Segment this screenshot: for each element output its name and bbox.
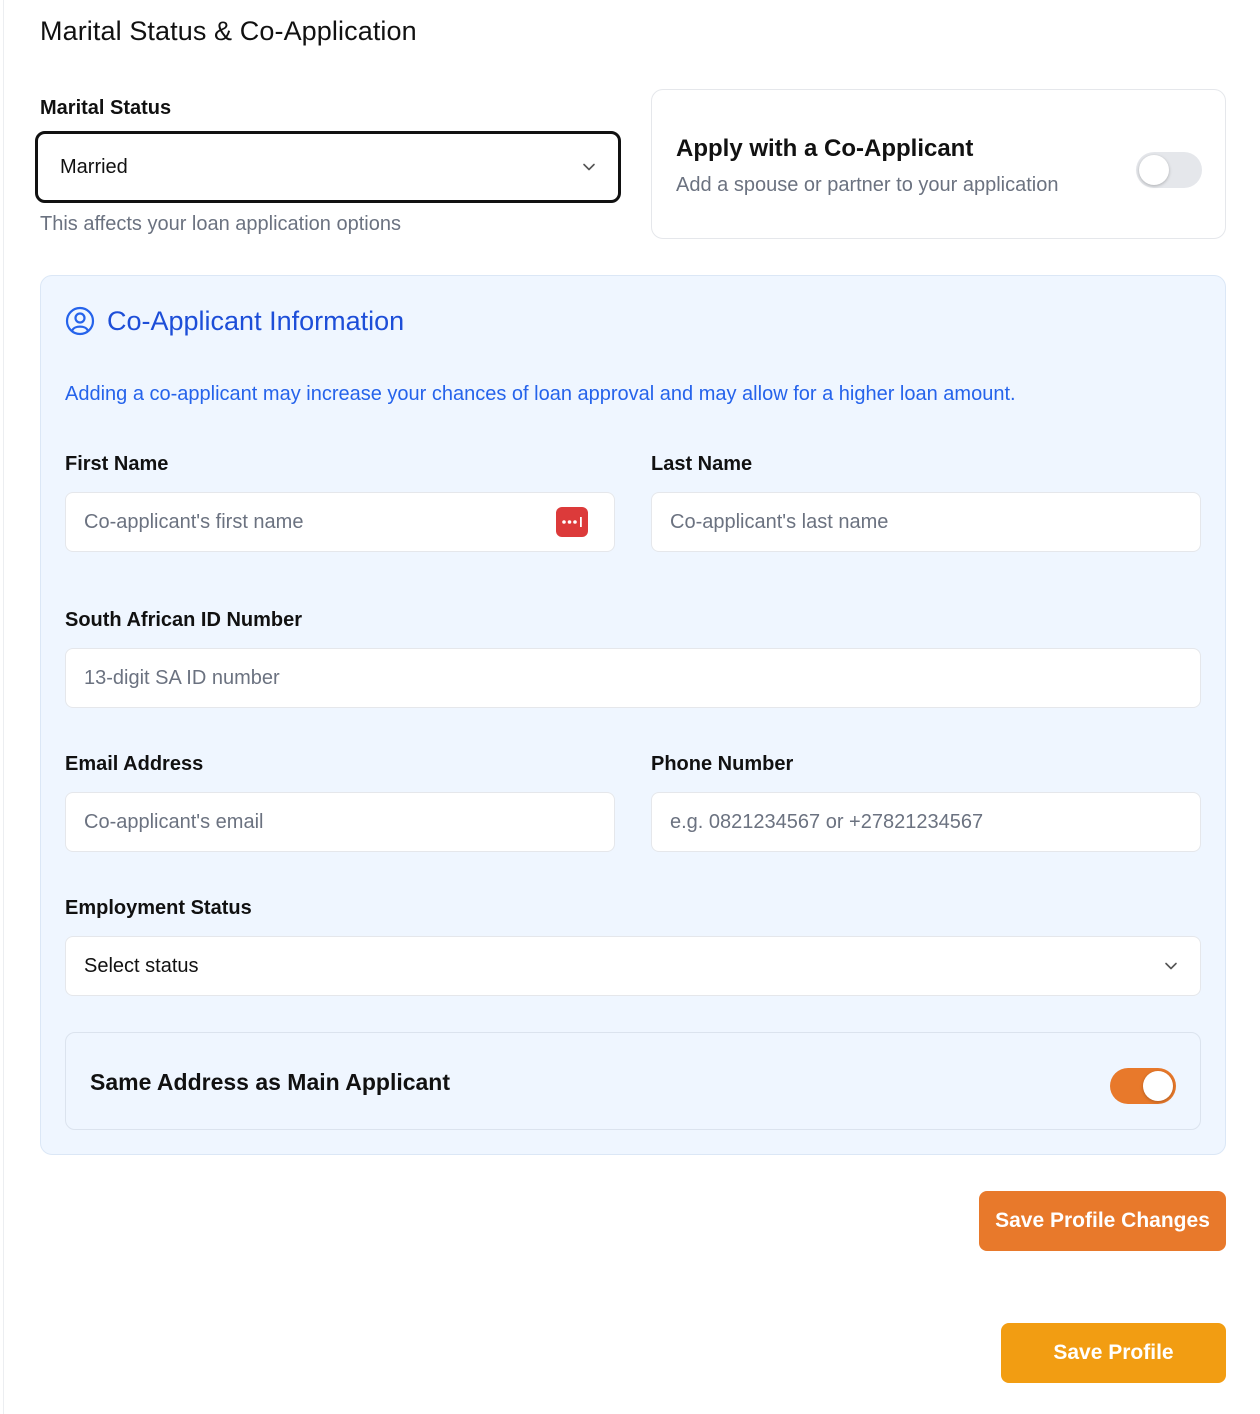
id-number-input[interactable]: 13-digit SA ID number <box>65 648 1201 708</box>
last-name-input[interactable]: Co-applicant's last name <box>651 492 1201 552</box>
id-number-label: South African ID Number <box>65 609 303 631</box>
same-address-label: Same Address as Main Applicant <box>90 1069 451 1095</box>
last-name-placeholder: Co-applicant's last name <box>670 510 889 533</box>
save-profile-button[interactable]: Save Profile <box>1001 1323 1226 1383</box>
email-label: Email Address <box>65 753 204 775</box>
co-applicant-info-note: Adding a co-applicant may increase your … <box>65 383 1016 405</box>
toggle-knob <box>1143 1071 1173 1101</box>
phone-placeholder: e.g. 0821234567 or +27821234567 <box>670 810 984 833</box>
co-applicant-info-panel: Co-Applicant Information Adding a co-app… <box>40 275 1226 1155</box>
chevron-down-icon <box>1165 962 1177 970</box>
toggle-knob <box>1139 155 1169 185</box>
marital-status-value: Married <box>60 155 128 178</box>
employment-status-value: Select status <box>84 954 199 977</box>
section-title: Marital Status & Co-Application <box>40 16 417 46</box>
marital-status-select[interactable]: Married <box>35 131 621 203</box>
first-name-label: First Name <box>65 453 169 475</box>
first-name-input[interactable]: Co-applicant's first name <box>65 492 615 552</box>
chevron-down-icon <box>583 163 595 171</box>
page-left-border <box>3 0 4 1414</box>
password-manager-icon[interactable] <box>556 507 588 537</box>
co-applicant-card-subtitle: Add a spouse or partner to your applicat… <box>676 174 1059 196</box>
co-applicant-toggle-card: Apply with a Co-Applicant Add a spouse o… <box>651 89 1226 239</box>
id-number-placeholder: 13-digit SA ID number <box>84 666 280 689</box>
co-applicant-card-title: Apply with a Co-Applicant <box>676 135 974 162</box>
co-applicant-toggle[interactable] <box>1136 152 1202 188</box>
marital-status-label: Marital Status <box>40 97 172 119</box>
same-address-card: Same Address as Main Applicant <box>65 1032 1201 1130</box>
user-circle-icon <box>65 306 95 336</box>
last-name-label: Last Name <box>651 453 753 475</box>
email-input[interactable]: Co-applicant's email <box>65 792 615 852</box>
marital-status-helper: This affects your loan application optio… <box>40 213 401 235</box>
same-address-toggle[interactable] <box>1110 1068 1176 1104</box>
first-name-placeholder: Co-applicant's first name <box>84 510 304 533</box>
save-profile-changes-button[interactable]: Save Profile Changes <box>979 1191 1226 1251</box>
phone-input[interactable]: e.g. 0821234567 or +27821234567 <box>651 792 1201 852</box>
employment-status-label: Employment Status <box>65 897 252 919</box>
employment-status-select[interactable]: Select status <box>65 936 1201 996</box>
email-placeholder: Co-applicant's email <box>84 810 264 833</box>
phone-label: Phone Number <box>651 753 794 775</box>
co-applicant-info-title: Co-Applicant Information <box>107 306 405 336</box>
